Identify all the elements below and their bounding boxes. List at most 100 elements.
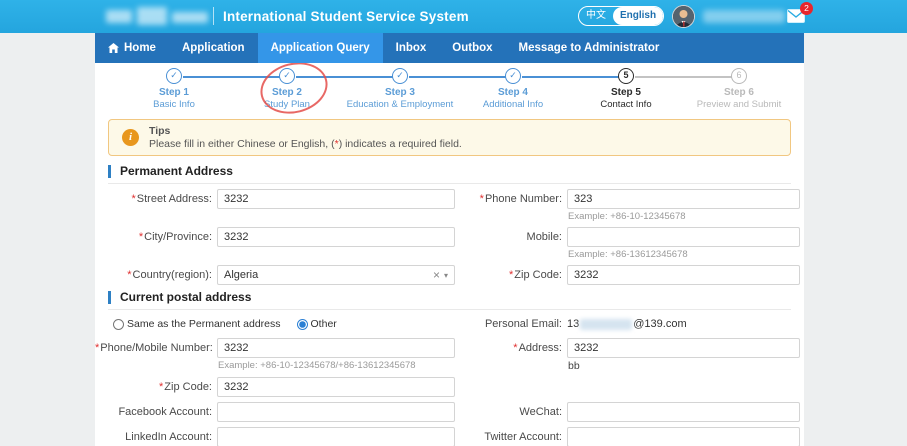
form-row: *Country(region): Algeria × ▾ *Zip Code: xyxy=(95,265,804,285)
form-row: *Street Address: *Phone Number: Example:… xyxy=(95,189,804,222)
country-region-value: Algeria xyxy=(224,269,433,281)
clear-icon[interactable]: × xyxy=(433,268,440,282)
step-1-basic-info[interactable]: ✓ Step 1 Basic Info xyxy=(114,68,234,110)
wechat-label: WeChat: xyxy=(460,402,562,422)
postal-address-input[interactable] xyxy=(567,338,800,358)
personal-email-label: Personal Email: xyxy=(460,315,562,333)
header-divider xyxy=(213,7,214,25)
page-content: ✓ Step 1 Basic Info ✓ Step 2 Study Plan … xyxy=(95,63,804,446)
nav-home[interactable]: Home xyxy=(95,33,169,63)
app-title: International Student Service System xyxy=(223,9,469,24)
required-asterisk: * xyxy=(509,269,513,281)
postal-address-label: *Address: xyxy=(460,338,562,358)
required-asterisk: * xyxy=(139,231,143,243)
step-4-additional-info[interactable]: ✓ Step 4 Additional Info xyxy=(453,68,573,110)
section-current-postal-address: Current postal address xyxy=(108,290,791,310)
step-5-contact-info[interactable]: 5 Step 5 Contact Info xyxy=(566,68,686,110)
form-row: Same as the Permanent address Other Pers… xyxy=(95,315,804,333)
step-number: 5 xyxy=(618,68,634,84)
section-permanent-address: Permanent Address xyxy=(108,164,791,184)
user-avatar[interactable] xyxy=(672,5,695,28)
postal-zip-code-label: *Zip Code: xyxy=(95,377,212,397)
check-icon: ✓ xyxy=(166,68,182,84)
form-row: *City/Province: Mobile: Example: +86-136… xyxy=(95,227,804,260)
twitter-account-input[interactable] xyxy=(567,427,800,446)
country-region-select[interactable]: Algeria × ▾ xyxy=(217,265,455,285)
email-redacted xyxy=(580,319,632,330)
section-title: Current postal address xyxy=(120,290,251,304)
nav-message-to-administrator[interactable]: Message to Administrator xyxy=(506,33,673,63)
nav-home-label: Home xyxy=(124,42,156,54)
section-accent-bar xyxy=(108,165,111,178)
required-asterisk: * xyxy=(480,193,484,205)
lang-chinese-button[interactable]: 中文 xyxy=(579,7,613,25)
required-asterisk: * xyxy=(95,342,99,354)
form-row: LinkedIn Account: Twitter Account: xyxy=(95,427,804,446)
check-icon: ✓ xyxy=(505,68,521,84)
postal-address-radio-group: Same as the Permanent address Other xyxy=(95,315,455,333)
city-province-label: *City/Province: xyxy=(95,227,212,247)
nav-inbox[interactable]: Inbox xyxy=(383,33,440,63)
step-progress: ✓ Step 1 Basic Info ✓ Step 2 Study Plan … xyxy=(95,63,804,115)
mail-icon[interactable]: 2 xyxy=(787,9,805,23)
required-asterisk: * xyxy=(513,342,517,354)
step-6-preview-submit[interactable]: 6 Step 6 Preview and Submit xyxy=(679,68,799,110)
radio-other-input[interactable] xyxy=(297,319,308,330)
user-name xyxy=(703,10,785,23)
mail-badge: 2 xyxy=(800,2,813,15)
home-icon xyxy=(108,43,119,53)
lang-english-button[interactable]: English xyxy=(613,7,663,25)
language-toggle[interactable]: 中文 English xyxy=(578,6,664,26)
tips-text: Please fill in either Chinese or English… xyxy=(149,138,780,150)
postal-phone-label: *Phone/Mobile Number: xyxy=(95,338,212,358)
tips-box: i Tips Please fill in either Chinese or … xyxy=(108,119,791,156)
required-asterisk: * xyxy=(127,269,131,281)
linkedin-account-label: LinkedIn Account: xyxy=(95,427,212,446)
perm-zip-code-input[interactable] xyxy=(567,265,800,285)
street-address-input[interactable] xyxy=(217,189,455,209)
university-logo xyxy=(106,7,208,25)
facebook-account-input[interactable] xyxy=(217,402,455,422)
facebook-account-label: Facebook Account: xyxy=(95,402,212,422)
postal-zip-code-input[interactable] xyxy=(217,377,455,397)
postal-address-note: bb xyxy=(567,360,800,372)
form-row: *Phone/Mobile Number: Example: +86-10-12… xyxy=(95,338,804,372)
step-3-education-employment[interactable]: ✓ Step 3 Education & Employment xyxy=(340,68,460,110)
info-icon: i xyxy=(122,129,139,146)
personal-email-value: 13@139.com xyxy=(567,315,800,333)
phone-number-example: Example: +86-10-12345678 xyxy=(567,211,800,222)
form-row: *Zip Code: xyxy=(95,377,804,397)
radio-other[interactable]: Other xyxy=(297,315,337,333)
twitter-account-label: Twitter Account: xyxy=(460,427,562,446)
section-title: Permanent Address xyxy=(120,164,233,178)
city-province-input[interactable] xyxy=(217,227,455,247)
phone-number-label: *Phone Number: xyxy=(460,189,562,209)
required-asterisk: * xyxy=(132,193,136,205)
postal-phone-input[interactable] xyxy=(217,338,455,358)
form-row: Facebook Account: WeChat: xyxy=(95,402,804,422)
nav-outbox[interactable]: Outbox xyxy=(439,33,505,63)
country-region-label: *Country(region): xyxy=(95,265,212,285)
radio-same-as-permanent[interactable]: Same as the Permanent address xyxy=(113,315,281,333)
check-icon: ✓ xyxy=(392,68,408,84)
international-student-service-system: International Student Service System 中文 … xyxy=(0,0,907,446)
nav-application[interactable]: Application xyxy=(169,33,258,63)
app-header: International Student Service System 中文 … xyxy=(0,0,907,33)
main-nav: Home Application Application Query Inbox… xyxy=(95,33,804,63)
section-accent-bar xyxy=(108,291,111,304)
chevron-down-icon: ▾ xyxy=(444,271,448,280)
street-address-label: *Street Address: xyxy=(95,189,212,209)
mobile-label: Mobile: xyxy=(460,227,562,247)
nav-application-query[interactable]: Application Query xyxy=(258,33,383,63)
linkedin-account-input[interactable] xyxy=(217,427,455,446)
step-number: 6 xyxy=(731,68,747,84)
mobile-input[interactable] xyxy=(567,227,800,247)
radio-same-input[interactable] xyxy=(113,319,124,330)
postal-phone-example: Example: +86-10-12345678/+86-13612345678 xyxy=(217,360,455,371)
tips-title: Tips xyxy=(149,125,780,137)
phone-number-input[interactable] xyxy=(567,189,800,209)
perm-zip-code-label: *Zip Code: xyxy=(460,265,562,285)
mobile-example: Example: +86-13612345678 xyxy=(567,249,800,260)
wechat-input[interactable] xyxy=(567,402,800,422)
required-asterisk: * xyxy=(159,381,163,393)
